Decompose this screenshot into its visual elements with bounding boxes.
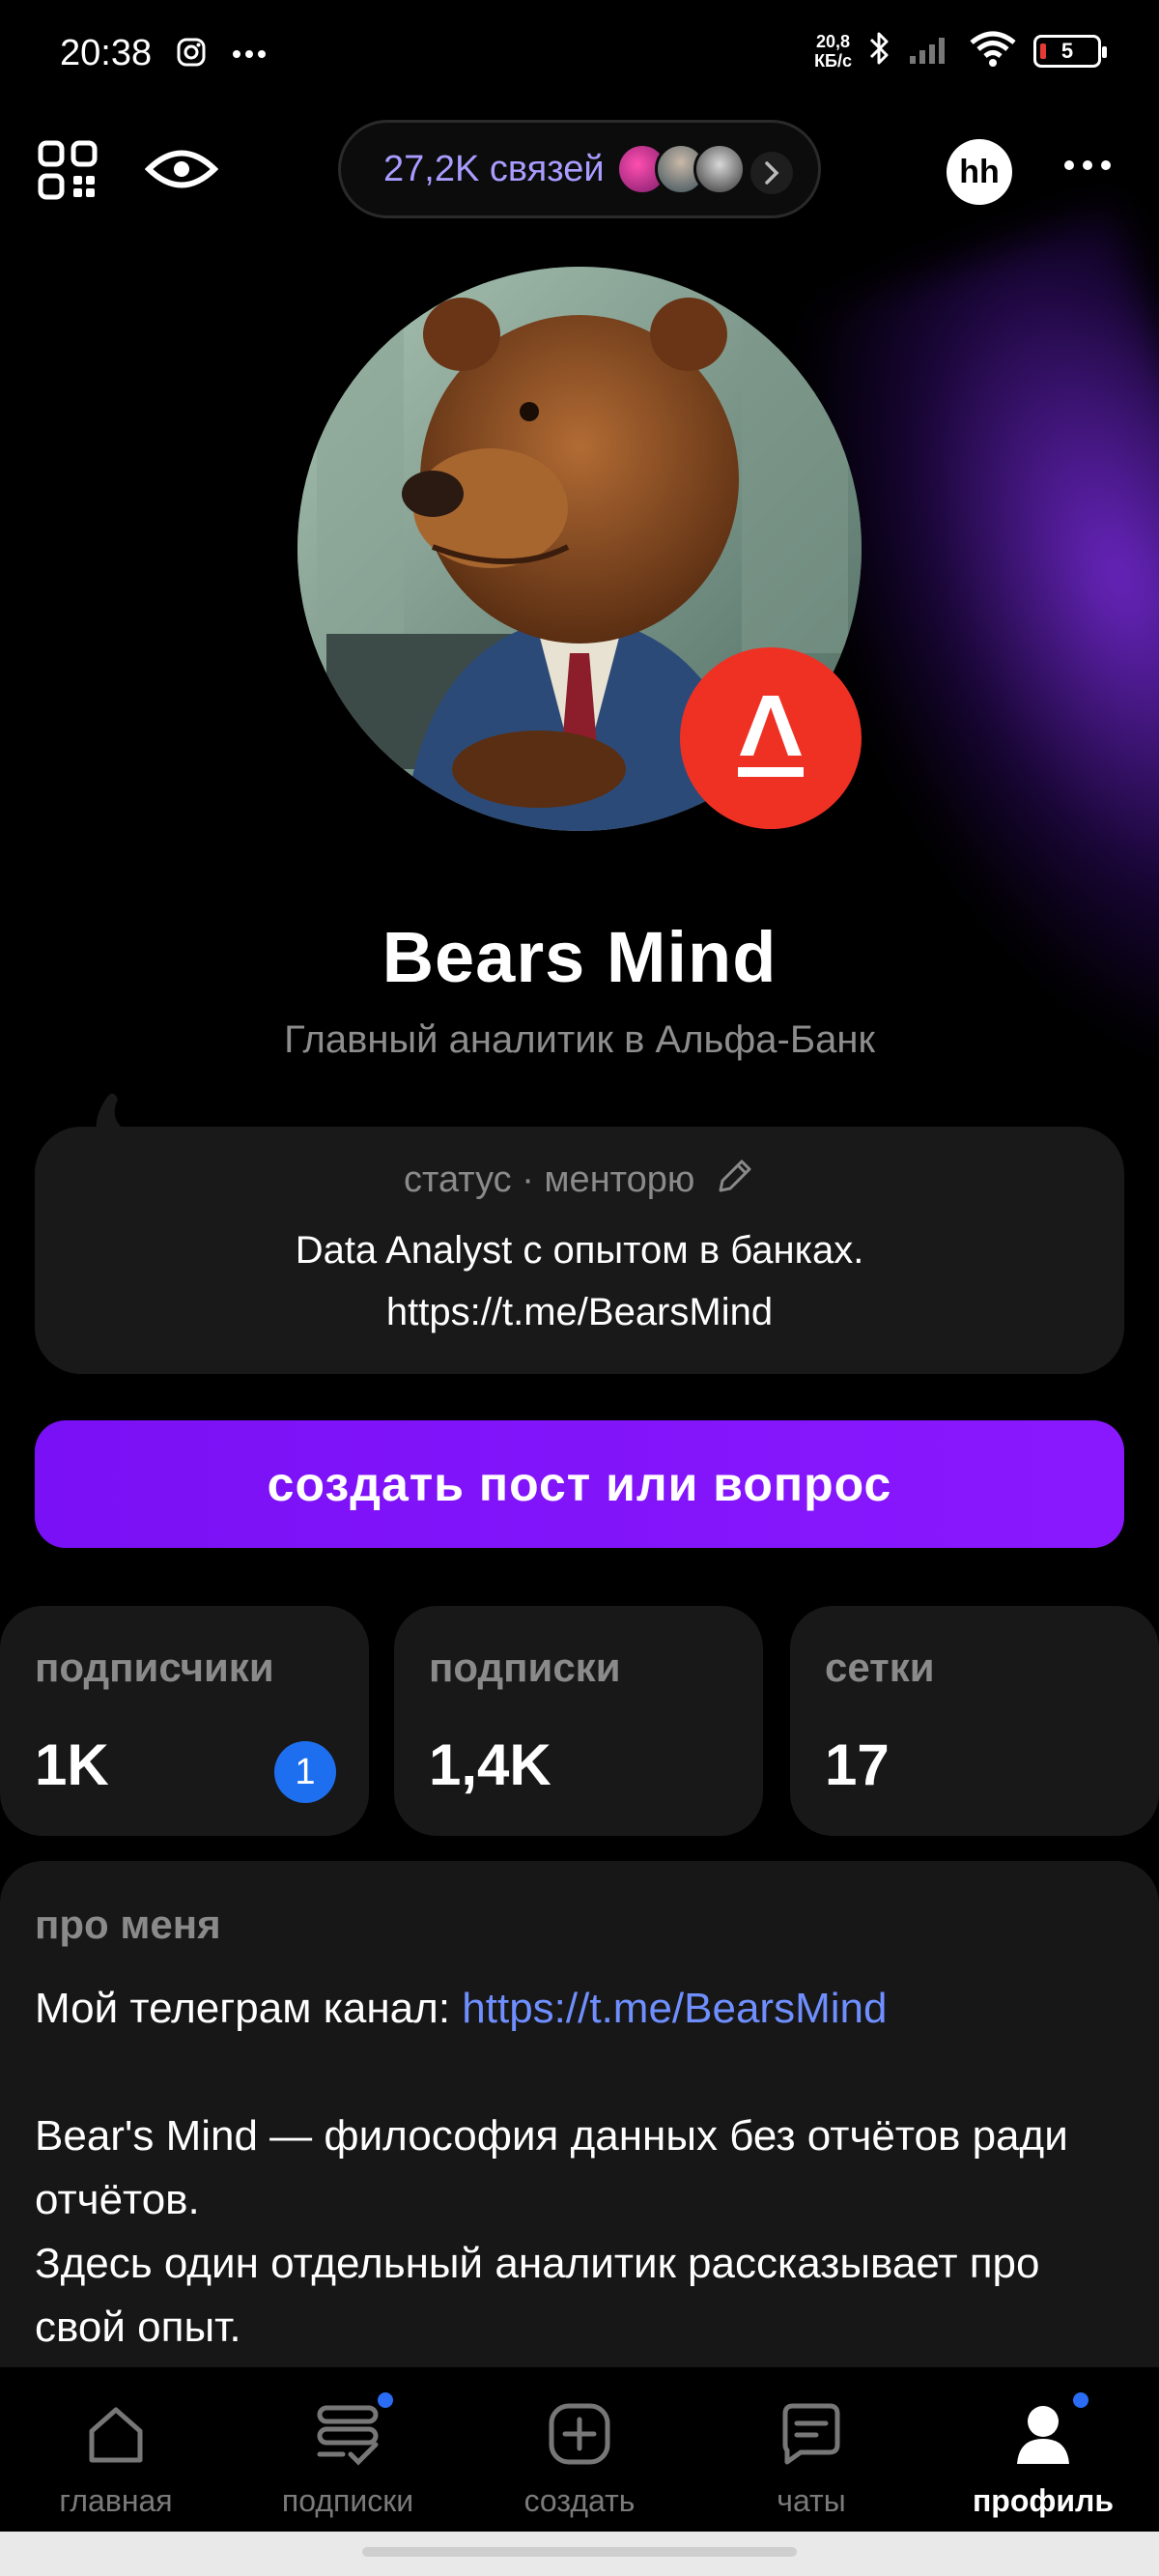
alfa-bank-badge — [680, 647, 862, 829]
chevron-right-icon — [750, 152, 793, 194]
wifi-icon — [968, 29, 1018, 72]
more-options-button[interactable] — [1064, 160, 1111, 170]
status-card[interactable]: статус · менторю Data Analyst с опытом в… — [35, 1127, 1124, 1374]
avatar — [693, 143, 746, 195]
nav-chats[interactable]: чаты — [715, 2400, 908, 2535]
nav-label: профиль — [972, 2483, 1115, 2518]
status-text-line2: https://t.me/BearsMind — [385, 1291, 774, 1333]
nav-create[interactable]: создать — [483, 2400, 676, 2535]
network-speed: 20,8 КБ/с — [814, 32, 852, 71]
eye-icon — [144, 150, 219, 188]
create-post-button[interactable]: создать пост или вопрос — [35, 1420, 1124, 1548]
battery-indicator: 5 — [1033, 34, 1107, 68]
profile-name: Bears Mind — [382, 917, 777, 997]
status-bar: 20:38 20,8 КБ/с 5 — [0, 0, 1159, 106]
status-text: Data Analyst с опытом в банках. https://… — [35, 1219, 1124, 1343]
dot-icon — [1083, 160, 1092, 170]
connections-avatars — [615, 143, 746, 195]
nav-label: чаты — [777, 2483, 846, 2518]
networks-stat[interactable]: сетки 17 — [790, 1606, 1159, 1836]
followers-stat[interactable]: подписчики 1K 1 — [0, 1606, 369, 1836]
about-paragraph-1: Bear's Mind — философия данных без отчёт… — [35, 2112, 1068, 2223]
status-left-icons — [176, 37, 267, 72]
status-heading: статус · менторю — [35, 1156, 1124, 1208]
status-right-icons: 20,8 КБ/с 5 — [814, 29, 1107, 72]
plus-square-icon — [546, 2400, 613, 2468]
stat-value: 17 — [825, 1732, 890, 1797]
net-speed-unit: КБ/с — [814, 50, 852, 71]
net-speed-value: 20,8 — [816, 31, 851, 51]
nav-label: подписки — [281, 2483, 414, 2518]
telegram-prefix: Мой телеграм канал: — [35, 1985, 463, 2032]
connections-count: 27,2K связей — [383, 148, 605, 189]
stat-label: сетки — [825, 1645, 935, 1690]
dot-icon — [1064, 160, 1074, 170]
connections-pill[interactable]: 27,2K связей — [338, 120, 821, 218]
home-indicator[interactable] — [362, 2547, 797, 2557]
stat-value: 1,4K — [429, 1732, 551, 1797]
feed-check-icon — [314, 2392, 393, 2468]
about-section: про меня Мой телеграм канал: https://t.m… — [0, 1861, 1159, 2402]
nav-label: главная — [59, 2483, 173, 2518]
chat-icon — [777, 2400, 845, 2468]
status-text-line1: Data Analyst с опытом в банках. — [295, 1229, 864, 1272]
nav-home[interactable]: главная — [19, 2400, 212, 2535]
nav-subscriptions[interactable]: подписки — [251, 2392, 444, 2535]
instagram-icon — [176, 37, 207, 72]
unread-dot — [378, 2392, 393, 2408]
about-title: про меня — [35, 1902, 221, 1947]
signal-icon — [908, 33, 952, 69]
top-toolbar: 27,2K связей hh — [0, 116, 1159, 222]
unread-dot — [1073, 2392, 1088, 2408]
dot-icon — [1101, 160, 1111, 170]
qr-code-icon — [38, 140, 98, 200]
about-text: Мой телеграм канал: https://t.me/BearsMi… — [35, 1977, 1136, 2360]
status-time: 20:38 — [60, 33, 153, 73]
profile-job-title: Главный аналитик в Альфа-Банк — [284, 1018, 875, 1061]
status-heading-text: статус · менторю — [403, 1159, 695, 1201]
nav-label: создать — [523, 2483, 636, 2518]
qr-code-button[interactable] — [37, 139, 99, 201]
notification-badge: 1 — [274, 1741, 336, 1803]
stat-label: подписчики — [35, 1645, 274, 1690]
bottom-navigation: главная подписки создать чаты профиль — [0, 2367, 1159, 2541]
bluetooth-icon — [867, 29, 892, 72]
nav-profile[interactable]: профиль — [947, 2392, 1140, 2535]
stat-value: 1K — [35, 1732, 109, 1797]
more-notifications-icon — [232, 46, 267, 64]
pencil-icon[interactable] — [713, 1156, 755, 1208]
about-paragraph-2: Здесь один отдельный аналитик рассказыва… — [35, 2240, 1040, 2351]
subscriptions-stat[interactable]: подписки 1,4K — [394, 1606, 763, 1836]
stat-label: подписки — [429, 1645, 621, 1690]
visibility-button[interactable] — [144, 145, 219, 193]
home-icon — [82, 2400, 150, 2468]
profile-icon — [1009, 2392, 1088, 2468]
telegram-link[interactable]: https://t.me/BearsMind — [462, 1985, 887, 2032]
hh-button[interactable]: hh — [947, 139, 1012, 205]
alfa-logo-icon — [738, 696, 804, 777]
